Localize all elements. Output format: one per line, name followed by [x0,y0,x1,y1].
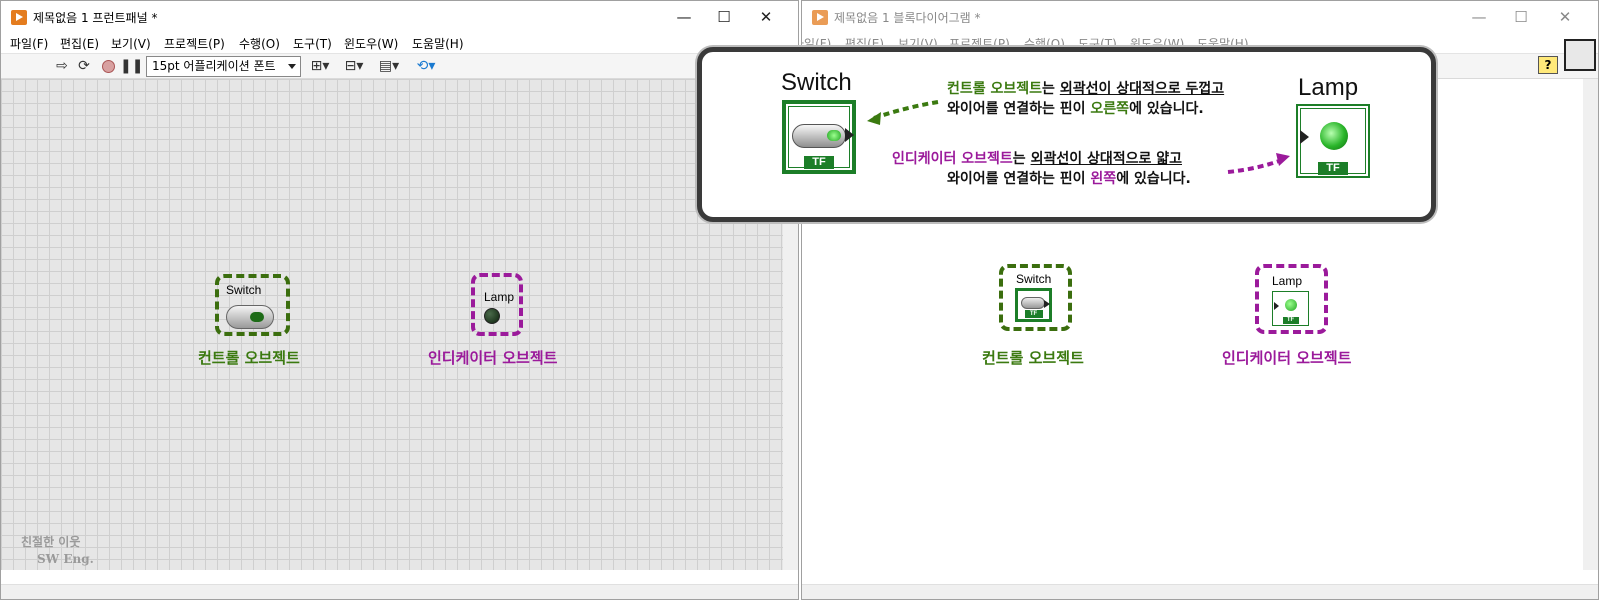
block-diagram-titlebar: 제목없음 1 블록다이어그램 * — ☐ ✕ [802,1,1598,33]
indicator-arrow [1227,158,1283,174]
lamp-label: Lamp [484,290,515,304]
close-button[interactable]: ✕ [1542,1,1588,33]
lamp-indicator [484,308,500,324]
help-icon[interactable]: ? [1538,56,1558,74]
control-arrowhead [867,112,881,125]
front-panel-menubar: 파일(F) 편집(E) 보기(V) 프로젝트(P) 수행(O) 도구(T) 윈도… [1,33,798,53]
vi-icon[interactable] [1564,39,1596,71]
vertical-scrollbar[interactable] [1583,79,1598,570]
reorder-icon[interactable]: ⟲▾ [413,57,439,76]
control-caption: 컨트롤 오브젝트 [198,349,300,367]
labview-run-icon [11,10,27,25]
control-arrow [873,100,939,120]
horizontal-scrollbar[interactable] [802,584,1598,599]
font-select[interactable]: 15pt 어플리케이션 폰트 [146,56,301,77]
distribute-objects-icon[interactable]: ⊟▾ [341,57,367,76]
indicator-caption: 인디케이터 오브젝트 [1222,349,1352,367]
front-panel-titlebar: 제목없음 1 프런트패널 * — ☐ ✕ [1,1,798,33]
block-diagram-title: 제목없음 1 블록다이어그램 * [834,11,981,25]
menu-file[interactable]: 파일(F) [10,35,48,52]
maximize-button[interactable]: ☐ [1498,1,1544,33]
menu-view[interactable]: 보기(V) [111,35,151,52]
control-caption: 컨트롤 오브젝트 [982,349,1084,367]
tf-badge: TF [1024,310,1043,318]
watermark-line2: SW Eng. [37,552,94,566]
labview-run-icon [812,10,828,25]
menu-help[interactable]: 도움말(H) [412,35,464,52]
explanation-callout: Switch TF Lamp TF 컨트롤 오브젝트는 외곽선이 상대적으로 두… [697,47,1436,222]
indicator-caption: 인디케이터 오브젝트 [428,349,558,367]
switch-terminal-label: Switch [1016,272,1052,286]
watermark-line1: 친절한 이웃 [21,535,81,549]
input-pin-icon [1274,302,1279,310]
menu-edit[interactable]: 편집(E) [60,35,99,52]
watermark: 친절한 이웃 SW Eng. [21,534,94,568]
callout-arrows [867,100,1290,174]
switch-terminal[interactable]: TF [1015,288,1052,322]
front-panel-canvas[interactable] [1,79,784,570]
pause-icon[interactable]: ❚❚ [120,57,143,76]
indicator-highlight [471,273,523,336]
menu-project[interactable]: 프로젝트(P) [164,35,225,52]
front-panel-toolbar: ⇨ ⟳ ❚❚ 15pt 어플리케이션 폰트 ⊞▾ ⊟▾ ▤▾ ⟲▾ [1,53,798,79]
menu-operate[interactable]: 수행(O) [239,35,280,52]
tf-badge: TF [1282,317,1299,324]
switch-control[interactable] [226,305,274,329]
font-select-value: 15pt 어플리케이션 폰트 [152,59,276,73]
align-objects-icon[interactable]: ⊞▾ [307,57,333,76]
menu-window[interactable]: 윈도우(W) [344,35,398,52]
menu-tools[interactable]: 도구(T) [293,35,332,52]
lamp-terminal-label: Lamp [1272,274,1303,288]
horizontal-scrollbar[interactable] [1,584,798,599]
switch-label: Switch [226,283,262,297]
lamp-glyph [1285,299,1297,311]
switch-glyph [1021,297,1045,309]
maximize-button[interactable]: ☐ [701,1,747,33]
resize-objects-icon[interactable]: ▤▾ [376,57,402,76]
run-continuously-icon[interactable]: ⟳ [75,57,93,76]
lamp-terminal[interactable]: TF [1272,291,1309,326]
close-button[interactable]: ✕ [743,1,789,33]
output-pin-icon [1044,300,1050,308]
run-arrow-icon[interactable]: ⇨ [53,57,71,76]
indicator-arrowhead [1276,153,1290,166]
minimize-button[interactable]: — [1456,1,1502,33]
front-panel-title: 제목없음 1 프런트패널 * [33,11,158,25]
abort-icon[interactable] [99,57,117,76]
front-panel-window: 제목없음 1 프런트패널 * — ☐ ✕ 파일(F) 편집(E) 보기(V) 프… [0,0,799,600]
chevron-down-icon [288,64,296,69]
